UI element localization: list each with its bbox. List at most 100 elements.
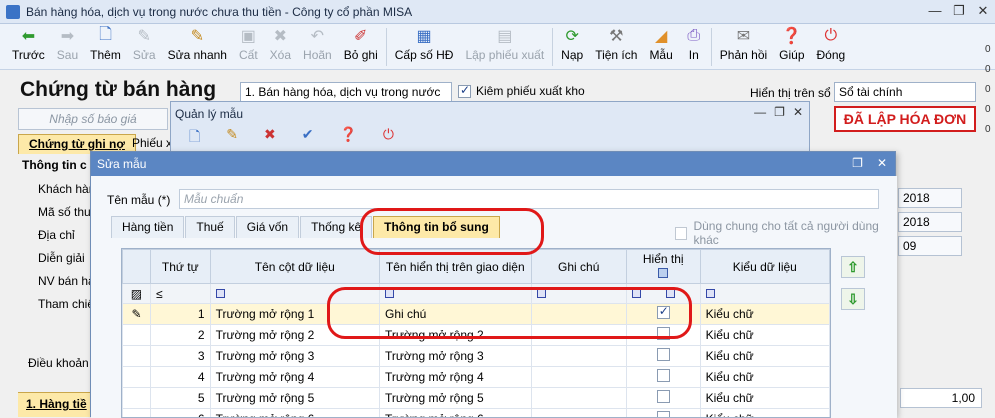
cell-stt[interactable]: 1: [150, 304, 210, 325]
quantity-field[interactable]: 1,00: [900, 388, 982, 408]
filter-cell[interactable]: [531, 284, 626, 304]
checkbox-unchecked[interactable]: [657, 348, 670, 361]
filter-operator[interactable]: ≤: [150, 284, 210, 304]
toolbar-close-button[interactable]: ⏻Đóng: [811, 24, 852, 62]
cell-ten-hien-thi[interactable]: Trường mở rộng 4: [379, 367, 531, 388]
toolbar-tools-button[interactable]: ⚒Tiện ích: [589, 24, 643, 62]
col-header-hien-thi[interactable]: Hiển thị: [626, 250, 700, 284]
cell-kieu-du-lieu[interactable]: Kiểu chữ: [700, 346, 829, 367]
select-all-checkbox[interactable]: [658, 268, 668, 278]
checkbox-unchecked[interactable]: [657, 390, 670, 403]
cell-kieu-du-lieu[interactable]: Kiểu chữ: [700, 325, 829, 346]
cell-ten-cot[interactable]: Trường mở rộng 1: [210, 304, 379, 325]
checkbox-checked[interactable]: [458, 85, 471, 98]
cell-ten-cot[interactable]: Trường mở rộng 2: [210, 325, 379, 346]
toolbar-add-button[interactable]: 🗋Thêm: [84, 24, 127, 62]
filter-cell[interactable]: [210, 284, 379, 304]
toolbar-delete-button[interactable]: ✖Xóa: [264, 24, 297, 62]
restore-icon[interactable]: ❐: [774, 105, 785, 119]
move-down-button[interactable]: ⇩: [841, 288, 865, 310]
col-header[interactable]: Tên cột dữ liệu: [210, 250, 379, 284]
cell-hien-thi[interactable]: [626, 325, 700, 346]
cell-ghi-chu[interactable]: [531, 346, 626, 367]
date-field[interactable]: 2018: [898, 212, 962, 232]
cell-kieu-du-lieu[interactable]: Kiểu chữ: [700, 304, 829, 325]
toolbar-invoice-number-button[interactable]: ▦Cấp số HĐ: [389, 24, 460, 62]
toolbar-undo-button[interactable]: ↶Hoãn: [297, 24, 338, 62]
tab-hang-tien[interactable]: Hàng tiền: [111, 216, 184, 238]
filter-cell[interactable]: [626, 284, 700, 304]
share-checkbox[interactable]: Dùng chung cho tất cả người dùng khác: [675, 219, 897, 247]
edit-icon[interactable]: ✎: [226, 126, 238, 150]
cell-ghi-chu[interactable]: [531, 325, 626, 346]
toolbar-help-button[interactable]: ❓Giúp: [773, 24, 810, 62]
close-window-icon[interactable]: ✕: [971, 0, 995, 22]
cell-ten-hien-thi[interactable]: Trường mở rộng 2: [379, 325, 531, 346]
tab-gia-von[interactable]: Giá vốn: [236, 216, 299, 238]
close-icon[interactable]: ⏻: [383, 126, 394, 150]
help-icon[interactable]: ❓: [339, 126, 356, 150]
checkbox-unchecked[interactable]: [657, 327, 670, 340]
cell-hien-thi[interactable]: [626, 304, 700, 325]
table-row[interactable]: ✎1Trường mở rộng 1Ghi chúKiểu chữ: [123, 304, 830, 325]
voucher-type-select[interactable]: 1. Bán hàng hóa, dịch vụ trong nước: [240, 82, 452, 102]
cell-kieu-du-lieu[interactable]: Kiểu chữ: [700, 367, 829, 388]
col-header[interactable]: Kiểu dữ liệu: [700, 250, 829, 284]
minimize-icon[interactable]: —: [754, 105, 766, 119]
cell-hien-thi[interactable]: [626, 346, 700, 367]
toolbar-print-button[interactable]: ⎙In: [679, 24, 709, 62]
tab-hang-tien[interactable]: 1. Hàng tiề: [18, 392, 94, 417]
date-field[interactable]: 09: [898, 236, 962, 256]
add-icon[interactable]: 🗋: [189, 126, 200, 150]
filter-cell[interactable]: [700, 284, 829, 304]
table-row[interactable]: 4Trường mở rộng 4Trường mở rộng 4Kiểu ch…: [123, 367, 830, 388]
move-up-button[interactable]: ⇧: [841, 256, 865, 278]
ledger-select[interactable]: Sổ tài chính: [834, 82, 976, 102]
cell-ten-cot[interactable]: Trường mở rộng 5: [210, 388, 379, 409]
table-row[interactable]: 5Trường mở rộng 5Trường mở rộng 5Kiểu ch…: [123, 388, 830, 409]
cell-ghi-chu[interactable]: [531, 367, 626, 388]
checkbox-unchecked[interactable]: [675, 227, 687, 240]
cell-ghi-chu[interactable]: [531, 304, 626, 325]
checkbox-checked[interactable]: [657, 306, 670, 319]
cell-hien-thi[interactable]: [626, 388, 700, 409]
toolbar-feedback-button[interactable]: ✉Phản hồi: [714, 24, 773, 62]
restore-icon[interactable]: ❐: [852, 156, 863, 170]
cell-ten-hien-thi[interactable]: Trường mở rộng 5: [379, 388, 531, 409]
close-icon[interactable]: ✕: [877, 156, 887, 170]
cell-kieu-du-lieu[interactable]: Kiểu chữ: [700, 388, 829, 409]
cell-ten-cot[interactable]: Trường mở rộng 3: [210, 346, 379, 367]
quote-number-input[interactable]: Nhập số báo giá: [18, 108, 168, 130]
cell-ghi-chu[interactable]: [531, 388, 626, 409]
col-header[interactable]: Tên hiển thị trên giao diện: [379, 250, 531, 284]
toolbar-next-button[interactable]: ➡Sau: [51, 24, 84, 62]
cell-ten-cot[interactable]: Trường mở rộng 4: [210, 367, 379, 388]
tab-phieu-xuat[interactable]: Phiếu x: [132, 136, 172, 150]
toolbar-refresh-button[interactable]: ⟳Nạp: [555, 24, 589, 62]
table-row[interactable]: 2Trường mở rộng 2Trường mở rộng 2Kiểu ch…: [123, 325, 830, 346]
cell-stt[interactable]: 3: [150, 346, 210, 367]
col-header[interactable]: Thứ tự: [150, 250, 210, 284]
close-icon[interactable]: ✕: [793, 105, 803, 119]
toolbar-export-slip-button[interactable]: ▤Lập phiếu xuất: [459, 24, 550, 62]
kiem-phieu-xuat-checkbox[interactable]: Kiêm phiếu xuất kho: [458, 84, 585, 98]
col-header[interactable]: Ghi chú: [531, 250, 626, 284]
minimize-icon[interactable]: —: [923, 0, 947, 22]
toolbar-prev-button[interactable]: ⬅Trước: [6, 24, 51, 62]
toolbar-unpost-button[interactable]: ✐Bỏ ghi: [338, 24, 384, 62]
ten-mau-input[interactable]: Mẫu chuẩn: [179, 189, 879, 209]
tab-thong-tin-bo-sung[interactable]: Thông tin bổ sung: [373, 216, 500, 238]
cell-hien-thi[interactable]: [626, 367, 700, 388]
toolbar-edit-button[interactable]: ✎Sửa: [127, 24, 162, 62]
cell-stt[interactable]: 5: [150, 388, 210, 409]
check-icon[interactable]: ✔: [302, 126, 314, 150]
date-field[interactable]: 2018: [898, 188, 962, 208]
cell-ten-hien-thi[interactable]: Trường mở rộng 3: [379, 346, 531, 367]
cell-ten-hien-thi[interactable]: Ghi chú: [379, 304, 531, 325]
tab-thue[interactable]: Thuế: [185, 216, 234, 238]
restore-icon[interactable]: ❐: [947, 0, 971, 22]
toolbar-quick-edit-button[interactable]: ✎Sửa nhanh: [162, 24, 233, 62]
delete-icon[interactable]: ✖: [264, 126, 276, 150]
cell-stt[interactable]: 2: [150, 325, 210, 346]
table-row[interactable]: 3Trường mở rộng 3Trường mở rộng 3Kiểu ch…: [123, 346, 830, 367]
